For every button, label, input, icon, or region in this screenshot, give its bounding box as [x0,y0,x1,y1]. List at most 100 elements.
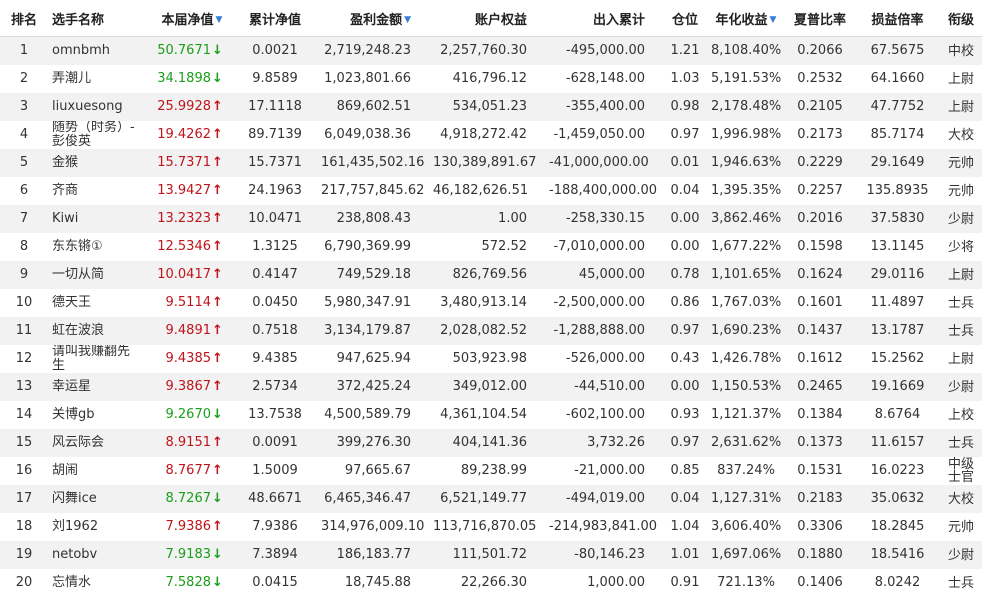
player-name[interactable]: 闪舞ice [52,492,97,506]
table-row[interactable]: 3 liuxuesong 25.9928↑ 17.1118 869,602.51 534,… [0,93,982,121]
cell-pl_ratio: 11.4897 [855,289,940,317]
nav-value: 50.7671 [157,43,211,58]
arrow-down-icon: ↓ [212,407,223,422]
table-row[interactable]: 5 金猴 15.7371↑ 15.7371 161,435,502.16 130,389,… [0,149,982,177]
cell-name: 忘情水 [48,569,151,597]
cell-profit: 6,790,369.99 [317,233,429,261]
arrow-up-icon: ↑ [212,183,223,198]
cell-nav: 9.2670↓ [151,401,233,429]
table-row[interactable]: 10 德天王 9.5114↑ 0.0450 5,980,347.91 3,480,913.… [0,289,982,317]
cell-sharpe: 0.1406 [785,569,855,597]
table-body: 1 omnbmh 50.7671↓ 0.0021 2,719,248.23 2,257,7… [0,36,982,597]
column-header-label: 选手名称 [52,12,105,28]
column-header-label: 本届净值 [161,12,214,28]
table-row[interactable]: 19 netobv 7.9183↓ 7.3894 186,183.77 111,501.7… [0,541,982,569]
nav-value: 13.9427 [157,183,211,198]
cell-name: 刘1962 [48,513,151,541]
player-name[interactable]: 忘情水 [52,576,91,590]
player-name[interactable]: 幸运星 [52,380,91,394]
cell-nav: 7.9386↑ [151,513,233,541]
cell-name: liuxuesong [48,93,151,121]
cell-equity: 826,769.56 [429,261,545,289]
table-row[interactable]: 20 忘情水 7.5828↓ 0.0415 18,745.88 22,266.30 1,00… [0,569,982,597]
table-row[interactable]: 9 一切从简 10.0417↑ 0.4147 749,529.18 826,769.56 4… [0,261,982,289]
cell-annual: 1,395.35% [707,177,785,205]
cell-position: 0.98 [663,93,707,121]
arrow-up-icon: ↑ [212,379,223,394]
arrow-up-icon: ↑ [212,435,223,450]
cell-pl_ratio: 47.7752 [855,93,940,121]
sort-desc-icon[interactable]: ▼ [216,15,223,25]
player-name[interactable]: 胡闹 [52,464,78,478]
nav-value: 9.4891 [165,323,212,338]
cell-equity: 22,266.30 [429,569,545,597]
column-header-profit[interactable]: 盈利金额 ▼ [317,0,429,37]
table-row[interactable]: 4 随势（时务）-彭俊英 19.4262↑ 89.7139 6,049,038.36 4,… [0,121,982,149]
cell-cum_nav: 0.0091 [233,429,317,457]
sort-desc-icon[interactable]: ▼ [770,15,777,25]
cell-cum_nav: 7.9386 [233,513,317,541]
column-header-label: 账户权益 [474,12,527,28]
arrow-up-icon: ↑ [212,99,223,114]
cell-pl_ratio: 13.1787 [855,317,940,345]
column-header-annual[interactable]: 年化收益 ▼ [707,0,785,37]
column-header-nav[interactable]: 本届净值 ▼ [151,0,233,37]
table-row[interactable]: 17 闪舞ice 8.7267↓ 48.6671 6,465,346.47 6,521,1… [0,485,982,513]
cell-nav: 8.9151↑ [151,429,233,457]
nav-value: 12.5346 [157,239,211,254]
player-name[interactable]: 金猴 [52,156,78,170]
cell-profit: 186,183.77 [317,541,429,569]
cell-cum_nav: 89.7139 [233,121,317,149]
table-row[interactable]: 12 请叫我赚翻先生 9.4385↑ 9.4385 947,625.94 503,923.… [0,345,982,373]
player-name[interactable]: 请叫我赚翻先生 [52,345,142,373]
cell-annual: 2,631.62% [707,429,785,457]
cell-sharpe: 0.1880 [785,541,855,569]
table-row[interactable]: 2 弄潮儿 34.1898↓ 9.8589 1,023,801.66 416,796.12… [0,65,982,93]
table-row[interactable]: 8 东东锵① 12.5346↑ 1.3125 6,790,369.99 572.52 -7,… [0,233,982,261]
cell-nav: 8.7267↓ [151,485,233,513]
player-name[interactable]: 弄潮儿 [52,72,91,86]
table-row[interactable]: 1 omnbmh 50.7671↓ 0.0021 2,719,248.23 2,257,7… [0,36,982,65]
player-name[interactable]: 东东锵① [52,240,103,254]
cell-sharpe: 0.1624 [785,261,855,289]
cell-position: 1.03 [663,65,707,93]
arrow-up-icon: ↑ [212,211,223,226]
player-name[interactable]: 刘1962 [52,520,98,534]
cell-cum_nav: 1.5009 [233,457,317,485]
cell-nav: 10.0417↑ [151,261,233,289]
nav-value: 10.0417 [157,267,211,282]
table-row[interactable]: 18 刘1962 7.9386↑ 7.9386 314,976,009.10 113,71… [0,513,982,541]
cell-equity: 4,361,104.54 [429,401,545,429]
player-name[interactable]: liuxuesong [52,100,123,114]
table-row[interactable]: 16 胡闹 8.7677↑ 1.5009 97,665.67 89,238.99 -21,0… [0,457,982,485]
cell-sharpe: 0.1531 [785,457,855,485]
player-name[interactable]: 随势（时务）-彭俊英 [52,121,142,149]
cell-inout: -41,000,000.00 [545,149,663,177]
table-row[interactable]: 13 幸运星 9.3867↑ 2.5734 372,425.24 349,012.00 -4… [0,373,982,401]
cell-equity: 404,141.36 [429,429,545,457]
player-name[interactable]: Kiwi [52,212,78,226]
cell-annual: 1,121.37% [707,401,785,429]
player-name[interactable]: 虹在波浪 [52,324,104,338]
table-row[interactable]: 15 风云际会 8.9151↑ 0.0091 399,276.30 404,141.36 3… [0,429,982,457]
cell-name: 请叫我赚翻先生 [48,345,151,373]
player-name[interactable]: 齐商 [52,184,78,198]
table-row[interactable]: 7 Kiwi 13.2323↑ 10.0471 238,808.43 1.00 -258,3… [0,205,982,233]
cell-equity: 503,923.98 [429,345,545,373]
cell-name: 一切从简 [48,261,151,289]
table-row[interactable]: 6 齐商 13.9427↑ 24.1963 217,757,845.62 46,182,6… [0,177,982,205]
player-name[interactable]: 一切从简 [52,268,104,282]
sort-desc-icon[interactable]: ▼ [404,15,411,25]
cell-inout: -7,010,000.00 [545,233,663,261]
player-name[interactable]: 风云际会 [52,436,104,450]
cell-sharpe: 0.1601 [785,289,855,317]
table-row[interactable]: 11 虹在波浪 9.4891↑ 0.7518 3,134,179.87 2,028,082… [0,317,982,345]
player-name[interactable]: omnbmh [52,44,110,58]
cell-profit: 5,980,347.91 [317,289,429,317]
player-name[interactable]: 德天王 [52,296,91,310]
player-name[interactable]: netobv [52,548,97,562]
player-name[interactable]: 关博gb [52,408,95,422]
table-row[interactable]: 14 关博gb 9.2670↓ 13.7538 4,500,589.79 4,361,10… [0,401,982,429]
cell-profit: 314,976,009.10 [317,513,429,541]
cell-sharpe: 0.2532 [785,65,855,93]
